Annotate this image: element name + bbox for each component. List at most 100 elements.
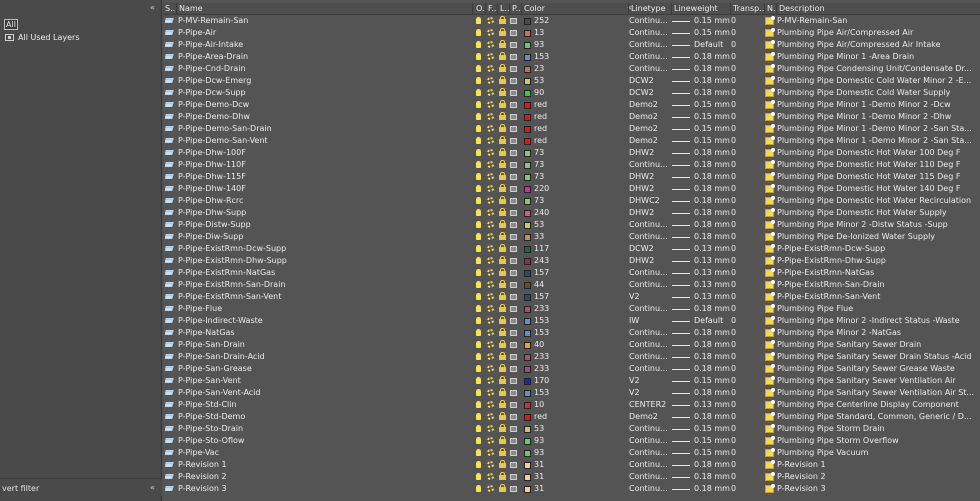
layer-linetype[interactable]: Continu... [629,39,669,51]
layer-color[interactable]: 73 [522,159,626,171]
layer-row[interactable]: P-Pipe-Demo-Dhw red Demo2 0.15 mm 0 Plumbing … [163,111,980,123]
layer-name[interactable]: P-Pipe-ExistRmn-Dcw-Supp [177,243,473,255]
new-vp-freeze-icon[interactable] [765,28,775,37]
layer-row[interactable]: P-Pipe-Vac 93 Continu... 0.15 mm 0 Plumbing P… [163,447,980,459]
layer-transparency[interactable]: 0 [731,99,763,111]
layer-row[interactable]: P-Pipe-Dhw-100F 73 DHW2 0.18 mm 0 Plumbing Pi… [163,147,980,159]
unlock-icon[interactable] [499,76,506,84]
layer-linetype[interactable]: DCW2 [629,87,669,99]
layer-status-cell[interactable] [165,291,175,303]
layer-status-cell[interactable] [165,63,175,75]
on-bulb-icon[interactable] [476,77,481,84]
layer-description-cell[interactable]: Plumbing Pipe Domestic Hot Water Supply [765,207,980,219]
plot-printer-icon[interactable] [510,486,517,492]
layer-linetype[interactable]: DHW2 [629,207,669,219]
layer-name[interactable]: P-Pipe-Distw-Supp [177,219,473,231]
layer-transparency[interactable]: 0 [731,351,763,363]
layer-description-cell[interactable]: Plumbing Pipe De-Ionized Water Supply [765,231,980,243]
unlock-icon[interactable] [499,184,506,192]
layer-description-cell[interactable]: Plumbing Pipe Minor 1 -Demo Minor 2 -Dcw [765,99,980,111]
unlock-icon[interactable] [499,280,506,288]
layer-color[interactable]: 93 [522,447,626,459]
layer-color[interactable]: 53 [522,219,626,231]
thaw-sun-icon[interactable] [487,185,494,192]
on-bulb-icon[interactable] [476,281,481,288]
layer-lineweight[interactable]: 0.18 mm [672,351,732,363]
unlock-icon[interactable] [499,340,506,348]
on-bulb-icon[interactable] [476,353,481,360]
on-bulb-icon[interactable] [476,245,481,252]
layer-row[interactable]: P-Pipe-Air-Intake 93 Continu... Default 0 Plu… [163,39,980,51]
layer-transparency[interactable]: 0 [731,435,763,447]
new-vp-freeze-icon[interactable] [765,52,775,61]
on-bulb-icon[interactable] [476,113,481,120]
layer-transparency[interactable]: 0 [731,207,763,219]
layer-description-cell[interactable]: Plumbing Pipe Vacuum [765,447,980,459]
thaw-sun-icon[interactable] [487,113,494,120]
layer-transparency[interactable]: 0 [731,195,763,207]
layer-description-cell[interactable]: Plumbing Pipe Domestic Hot Water 100 Deg… [765,147,980,159]
layer-color[interactable]: 73 [522,195,626,207]
layer-transparency[interactable]: 0 [731,27,763,39]
layer-linetype[interactable]: Continu... [629,231,669,243]
on-bulb-icon[interactable] [476,437,481,444]
layer-linetype[interactable]: Continu... [629,15,669,27]
layer-row[interactable]: P-Pipe-ExistRmn-San-Drain 44 Continu... 0.1… [163,279,980,291]
layer-linetype[interactable]: IW [629,315,669,327]
layer-lineweight[interactable]: 0.18 mm [672,327,732,339]
thaw-sun-icon[interactable] [487,125,494,132]
layer-transparency[interactable]: 0 [731,147,763,159]
on-bulb-icon[interactable] [476,317,481,324]
layer-status-cell[interactable] [165,195,175,207]
layer-lineweight[interactable]: 0.18 mm [672,195,732,207]
layer-description-cell[interactable]: P-Pipe-ExistRmn-Dcw-Supp [765,243,980,255]
on-bulb-icon[interactable] [476,269,481,276]
layer-name[interactable]: P-Pipe-Dhw-Rcrc [177,195,473,207]
on-bulb-icon[interactable] [476,137,481,144]
layer-row[interactable]: P-Pipe-Dhw-140F 220 DHW2 0.18 mm 0 Plumbing P… [163,183,980,195]
column-header-lock[interactable]: L.. [498,3,510,15]
thaw-sun-icon[interactable] [487,425,494,432]
unlock-icon[interactable] [499,424,506,432]
layer-name[interactable]: P-Pipe-Dhw-100F [177,147,473,159]
layer-transparency[interactable]: 0 [731,339,763,351]
plot-printer-icon[interactable] [510,282,517,288]
new-vp-freeze-icon[interactable] [765,376,775,385]
plot-printer-icon[interactable] [510,462,517,468]
layer-color[interactable]: 31 [522,483,626,495]
layer-name[interactable]: P-Pipe-Demo-Dhw [177,111,473,123]
on-bulb-icon[interactable] [476,341,481,348]
layer-color[interactable]: 90 [522,87,626,99]
layer-lineweight[interactable]: 0.13 mm [672,291,732,303]
layer-linetype[interactable]: Continu... [629,447,669,459]
layer-lineweight[interactable]: 0.18 mm [672,75,732,87]
layer-row[interactable]: P-Pipe-NatGas 153 Continu... 0.18 mm 0 Plumbi… [163,327,980,339]
layer-row[interactable]: P-Revision 3 31 Continu... 0.18 mm 0 P-Revisi… [163,483,980,495]
layer-lineweight[interactable]: 0.18 mm [672,51,732,63]
layer-transparency[interactable]: 0 [731,171,763,183]
layer-status-cell[interactable] [165,459,175,471]
unlock-icon[interactable] [499,412,506,420]
layer-linetype[interactable]: Continu... [629,279,669,291]
layer-lineweight[interactable]: 0.15 mm [672,135,732,147]
layer-row[interactable]: P-Pipe-Demo-San-Drain red Demo2 0.15 mm 0 Plu… [163,123,980,135]
layer-linetype[interactable]: Demo2 [629,99,669,111]
new-vp-freeze-icon[interactable] [765,232,775,241]
new-vp-freeze-icon[interactable] [765,412,775,421]
layer-transparency[interactable]: 0 [731,51,763,63]
layer-status-cell[interactable] [165,51,175,63]
new-vp-freeze-icon[interactable] [765,100,775,109]
new-vp-freeze-icon[interactable] [765,304,775,313]
layer-transparency[interactable]: 0 [731,411,763,423]
layer-linetype[interactable]: Continu... [629,303,669,315]
unlock-icon[interactable] [499,364,506,372]
layer-lineweight[interactable]: 0.18 mm [672,183,732,195]
unlock-icon[interactable] [499,244,506,252]
on-bulb-icon[interactable] [476,329,481,336]
layer-row[interactable]: P-Pipe-Dhw-115F 73 DHW2 0.18 mm 0 Plumbing Pi… [163,171,980,183]
layer-lineweight[interactable]: 0.13 mm [672,279,732,291]
layer-status-cell[interactable] [165,87,175,99]
layer-transparency[interactable]: 0 [731,471,763,483]
on-bulb-icon[interactable] [476,473,481,480]
plot-printer-icon[interactable] [510,78,517,84]
